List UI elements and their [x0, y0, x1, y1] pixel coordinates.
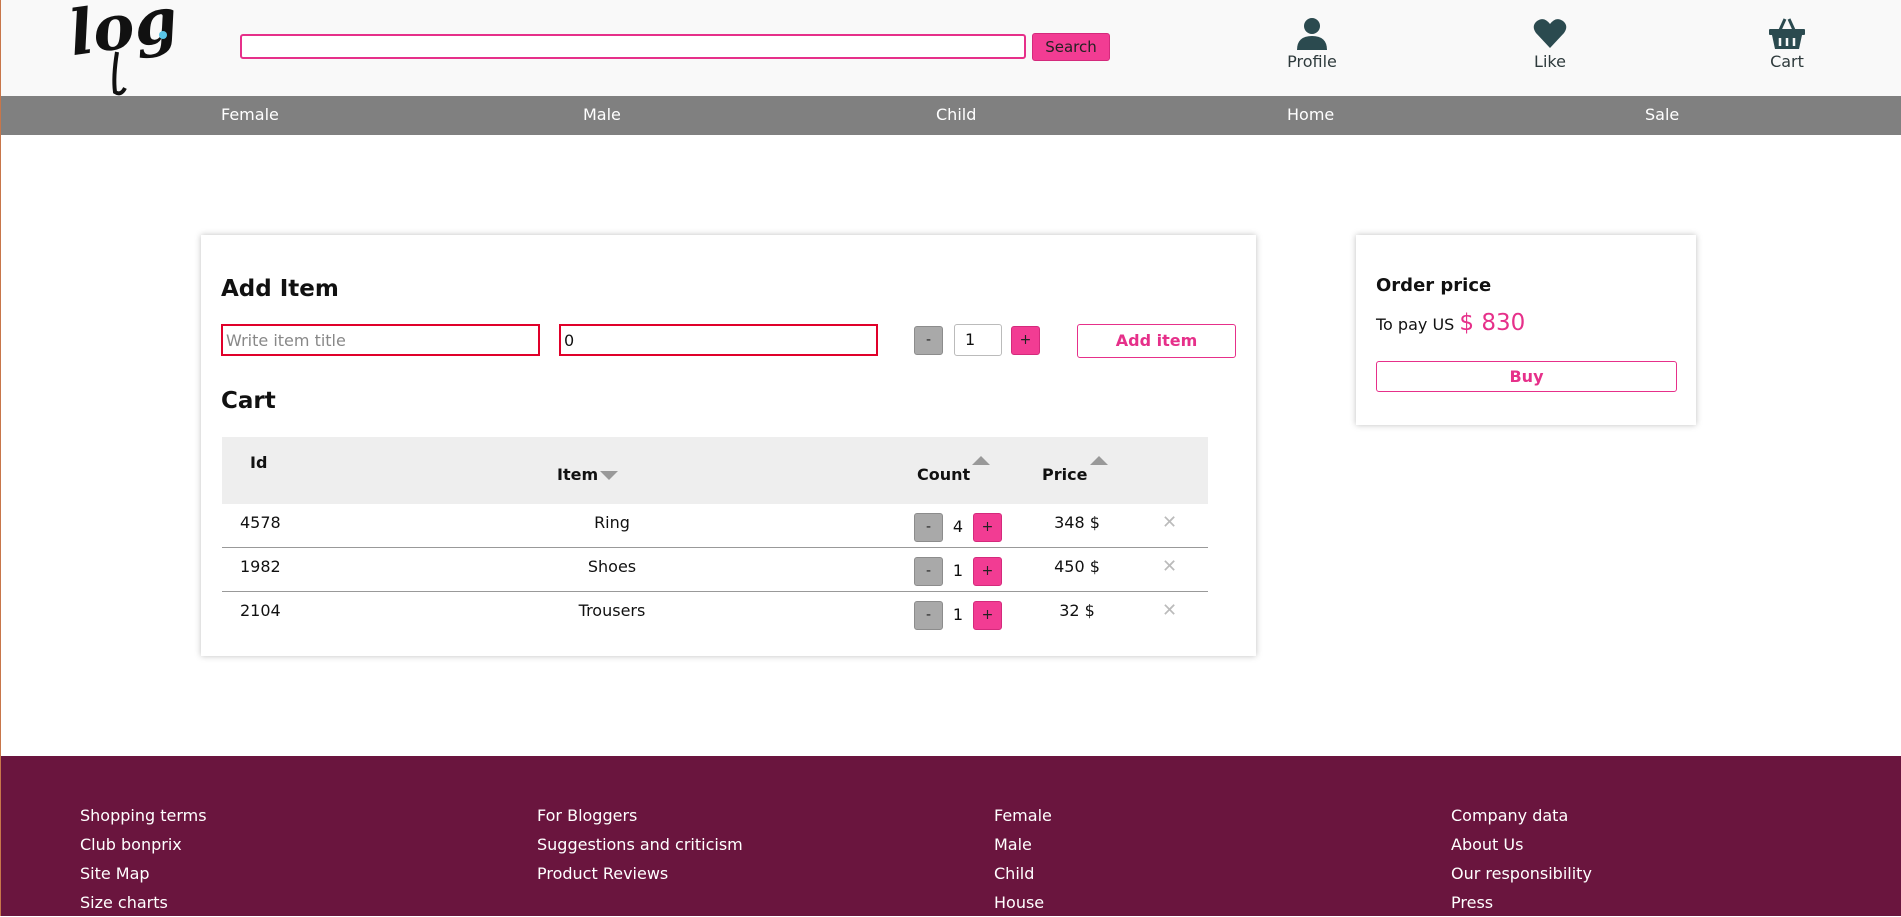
- footer-column: Female Male Child House: [994, 801, 1052, 917]
- profile-link[interactable]: Profile: [1272, 16, 1352, 71]
- cart-link[interactable]: Cart: [1747, 16, 1827, 71]
- row-decrement-button[interactable]: -: [914, 513, 943, 542]
- buy-button[interactable]: Buy: [1376, 361, 1677, 392]
- remove-icon[interactable]: ✕: [1162, 556, 1177, 577]
- row-item: Ring: [594, 513, 630, 532]
- footer-link[interactable]: Female: [994, 801, 1052, 830]
- row-increment-button[interactable]: +: [973, 601, 1002, 630]
- footer-link[interactable]: Size charts: [80, 888, 207, 917]
- row-id: 1982: [240, 557, 281, 576]
- row-increment-button[interactable]: +: [973, 557, 1002, 586]
- item-title-input[interactable]: [221, 324, 540, 356]
- row-id: 2104: [240, 601, 281, 620]
- footer-link[interactable]: Site Map: [80, 859, 207, 888]
- cart-card: Add Item - 1 + Add item Cart Id Item Cou…: [201, 235, 1256, 656]
- table-header: Id Item Count Price: [222, 437, 1208, 504]
- column-header-price[interactable]: Price: [1042, 465, 1087, 484]
- quantity-increment-button[interactable]: +: [1011, 326, 1040, 355]
- column-header-item[interactable]: Item: [557, 465, 598, 484]
- header: logo Search Profile Like Cart: [1, 0, 1901, 96]
- footer-column: Company data About Us Our responsibility…: [1451, 801, 1592, 917]
- nav-item-sale[interactable]: Sale: [1645, 96, 1679, 133]
- footer-link[interactable]: Male: [994, 830, 1052, 859]
- user-icon: [1272, 16, 1352, 50]
- nav-item-female[interactable]: Female: [221, 96, 279, 133]
- cart-title: Cart: [221, 388, 276, 414]
- quantity-decrement-button[interactable]: -: [914, 326, 943, 355]
- sort-desc-icon[interactable]: [600, 471, 618, 480]
- pay-label: To pay US: [1376, 315, 1455, 334]
- sort-asc-icon[interactable]: [1090, 456, 1108, 465]
- like-label: Like: [1534, 52, 1566, 71]
- quantity-input[interactable]: 1: [954, 324, 1002, 356]
- add-item-button[interactable]: Add item: [1077, 324, 1236, 358]
- footer-link[interactable]: House: [994, 888, 1052, 917]
- footer-column: For Bloggers Suggestions and criticism P…: [537, 801, 743, 888]
- table-row: 4578 Ring - 4 + 348 $ ✕: [222, 504, 1208, 548]
- footer-link[interactable]: Shopping terms: [80, 801, 207, 830]
- footer: Shopping terms Club bonprix Site Map Siz…: [1, 756, 1901, 916]
- column-header-count[interactable]: Count: [917, 465, 970, 484]
- row-item: Shoes: [587, 557, 637, 576]
- table-row: 1982 Shoes - 1 + 450 $ ✕: [222, 548, 1208, 592]
- remove-icon[interactable]: ✕: [1162, 512, 1177, 533]
- pay-line: To pay US $ 830: [1376, 310, 1525, 336]
- footer-link[interactable]: Suggestions and criticism: [537, 830, 743, 859]
- footer-link[interactable]: Child: [994, 859, 1052, 888]
- row-count: 1: [952, 605, 964, 624]
- order-card: Order price To pay US $ 830 Buy: [1356, 235, 1696, 425]
- footer-link[interactable]: Our responsibility: [1451, 859, 1592, 888]
- nav-item-male[interactable]: Male: [583, 96, 621, 133]
- footer-link[interactable]: Press: [1451, 888, 1592, 917]
- row-price: 348 $: [1054, 513, 1100, 532]
- sort-asc-icon[interactable]: [972, 456, 990, 465]
- heart-icon: [1510, 16, 1590, 50]
- item-price-input[interactable]: [559, 324, 878, 356]
- like-link[interactable]: Like: [1510, 16, 1590, 71]
- row-price: 32 $: [1059, 601, 1095, 620]
- nav-item-child[interactable]: Child: [936, 96, 976, 133]
- main-nav: Female Male Child Home Sale: [1, 96, 1901, 135]
- footer-link[interactable]: About Us: [1451, 830, 1592, 859]
- row-count: 1: [952, 561, 964, 580]
- basket-icon: [1747, 16, 1827, 50]
- footer-link[interactable]: Product Reviews: [537, 859, 743, 888]
- profile-label: Profile: [1287, 52, 1337, 71]
- footer-column: Shopping terms Club bonprix Site Map Siz…: [80, 801, 207, 917]
- footer-link[interactable]: Company data: [1451, 801, 1592, 830]
- cart-table: Id Item Count Price 4578 Ring - 4 + 348 …: [222, 437, 1208, 635]
- table-row: 2104 Trousers - 1 + 32 $ ✕: [222, 592, 1208, 635]
- remove-icon[interactable]: ✕: [1162, 600, 1177, 621]
- cart-label: Cart: [1770, 52, 1804, 71]
- logo[interactable]: logo: [64, 0, 223, 102]
- footer-link[interactable]: For Bloggers: [537, 801, 743, 830]
- row-increment-button[interactable]: +: [973, 513, 1002, 542]
- add-item-title: Add Item: [221, 276, 339, 302]
- row-decrement-button[interactable]: -: [914, 601, 943, 630]
- row-count: 4: [952, 517, 964, 536]
- row-price: 450 $: [1054, 557, 1100, 576]
- row-item: Trousers: [578, 601, 646, 620]
- row-id: 4578: [240, 513, 281, 532]
- search-button[interactable]: Search: [1032, 33, 1110, 61]
- column-header-id: Id: [250, 453, 268, 472]
- order-title: Order price: [1376, 275, 1492, 296]
- footer-link[interactable]: Club bonprix: [80, 830, 207, 859]
- pay-amount: $ 830: [1459, 310, 1526, 336]
- search-input[interactable]: [240, 34, 1026, 59]
- nav-item-home[interactable]: Home: [1287, 96, 1334, 133]
- row-decrement-button[interactable]: -: [914, 557, 943, 586]
